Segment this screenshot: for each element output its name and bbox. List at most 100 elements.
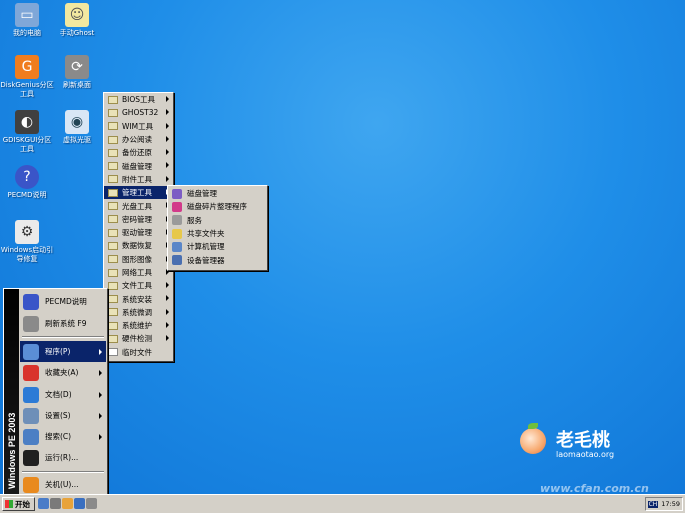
- programs-menu-item-label: 数据恢复: [122, 241, 152, 251]
- admin-tools-menu-item[interactable]: 设备管理器: [168, 253, 267, 266]
- folder-icon: [108, 215, 118, 224]
- start-menu-sidebar: Windows PE 2003: [4, 289, 19, 495]
- start-menu-item[interactable]: 刷新系统 F9: [20, 313, 106, 334]
- start-menu-item[interactable]: 收藏夹(A): [20, 362, 106, 383]
- start-menu-item-label: 搜索(C): [45, 432, 72, 441]
- desktop-icon-label: 我的电脑: [13, 29, 41, 37]
- start-menu-item[interactable]: 关机(U)...: [20, 474, 106, 495]
- start-menu-item[interactable]: 设置(S): [20, 405, 106, 426]
- programs-menu-item[interactable]: 系统微调: [104, 306, 173, 319]
- admin-tools-menu-item-label: 磁盘碎片整理程序: [187, 202, 247, 212]
- submenu-arrow-icon: [99, 392, 102, 398]
- start-menu-item[interactable]: 程序(P): [20, 341, 106, 362]
- programs-menu-item[interactable]: GHOST32: [104, 106, 173, 119]
- start-menu-item-label: 文档(D): [45, 390, 72, 399]
- programs-menu-item[interactable]: 附件工具: [104, 173, 173, 186]
- refresh-system-icon: [23, 315, 39, 332]
- run-icon: [23, 449, 39, 466]
- programs-menu-item[interactable]: 硬件检测: [104, 332, 173, 345]
- quicklaunch-2-icon[interactable]: [50, 498, 61, 509]
- programs-menu-item-label: GHOST32: [122, 108, 159, 118]
- programs-menu-item[interactable]: 备份还原: [104, 146, 173, 159]
- folder-icon: [108, 202, 118, 211]
- submenu-arrow-icon: [99, 413, 102, 419]
- programs-menu-item[interactable]: 文件工具: [104, 279, 173, 292]
- admin-tools-menu-item-label: 设备管理器: [187, 255, 225, 265]
- programs-menu-item[interactable]: BIOS工具: [104, 93, 173, 106]
- submenu-arrow-icon: [166, 109, 169, 116]
- desktop-icon-pecmd-help[interactable]: ? PECMD说明: [0, 165, 54, 200]
- programs-menu-item[interactable]: 网络工具: [104, 266, 173, 279]
- disk-management-icon: [172, 188, 182, 199]
- programs-menu-item[interactable]: 管理工具: [104, 186, 173, 200]
- programs-menu-item[interactable]: 光盘工具: [104, 199, 173, 212]
- programs-menu-item[interactable]: 磁盘管理: [104, 159, 173, 172]
- start-menu-item[interactable]: 搜索(C): [20, 426, 106, 447]
- services-icon: [172, 215, 182, 226]
- admin-tools-menu-item[interactable]: 计算机管理: [168, 240, 267, 253]
- folder-icon: [108, 188, 118, 197]
- programs-menu-item[interactable]: 图形图像: [104, 253, 173, 266]
- desktop-icon-label: 手动Ghost: [59, 29, 95, 37]
- start-menu: Windows PE 2003 PECMD说明刷新系统 F9 程序(P) 收藏夹(A…: [3, 288, 108, 496]
- programs-icon: [23, 343, 39, 360]
- programs-menu-item[interactable]: 系统安装: [104, 292, 173, 305]
- programs-menu-item[interactable]: 系统维护: [104, 319, 173, 332]
- submenu-arrow-icon: [166, 96, 169, 102]
- diskgenius-icon: G: [15, 55, 39, 79]
- peach-logo-icon: [520, 428, 546, 454]
- admin-tools-menu-item[interactable]: 共享文件夹: [168, 227, 267, 240]
- desktop-icon-diskgenius[interactable]: G DiskGenius分区工具: [0, 55, 54, 99]
- folder-icon: [108, 255, 118, 264]
- start-menu-separator: [22, 336, 104, 338]
- quicklaunch-4-icon[interactable]: [74, 498, 85, 509]
- leaf-icon: [528, 423, 538, 429]
- programs-menu-item[interactable]: WIM工具: [104, 120, 173, 133]
- programs-menu-item-label: WIM工具: [122, 121, 154, 131]
- programs-menu-item-label: 网络工具: [122, 268, 152, 277]
- start-menu-item[interactable]: 运行(R)...: [20, 447, 106, 468]
- folder-icon: [108, 321, 118, 330]
- quicklaunch-3-icon[interactable]: [62, 498, 73, 509]
- admin-tools-menu-item[interactable]: 服务: [168, 214, 267, 227]
- brand-url: laomaotao.org: [556, 450, 615, 459]
- start-menu-item[interactable]: 文档(D): [20, 384, 106, 405]
- desktop-icon-refresh-desktop[interactable]: ⟳ 刷新桌面: [50, 55, 104, 90]
- ime-indicator[interactable]: CH: [647, 500, 659, 508]
- desktop-icon-virtual-drive[interactable]: ◉ 虚拟光驱: [50, 110, 104, 145]
- desktop-icon-gdisk[interactable]: ◐ GDISKGUI分区工具: [0, 110, 54, 154]
- desktop-icon-label: Windows启动引导修复: [0, 246, 54, 263]
- start-button[interactable]: 开始: [2, 497, 35, 511]
- ghost-icon: ☺: [65, 3, 89, 27]
- start-menu-item-label: 程序(P): [45, 347, 71, 356]
- programs-menu-item-label: 驱动管理: [122, 228, 152, 238]
- programs-menu-item[interactable]: 密码管理: [104, 213, 173, 226]
- folder-icon: [108, 268, 118, 277]
- submenu-arrow-icon: [166, 335, 169, 342]
- help-icon: ?: [15, 165, 39, 189]
- desktop-icon-label: GDISKGUI分区工具: [2, 136, 52, 153]
- start-menu-item-label: 设置(S): [45, 411, 71, 420]
- quicklaunch-5-icon[interactable]: [86, 498, 97, 509]
- desktop-icon-my-computer[interactable]: ▭ 我的电脑: [0, 3, 54, 38]
- help-icon: [23, 293, 39, 310]
- programs-menu-item[interactable]: 数据恢复: [104, 239, 173, 252]
- start-menu-item-label: PECMD说明: [45, 297, 87, 306]
- desktop-icon-boot-repair[interactable]: ⚙ Windows启动引导修复: [0, 220, 54, 264]
- programs-menu-item[interactable]: 临时文件: [104, 346, 173, 359]
- submenu-arrow-icon: [166, 175, 169, 182]
- folder-icon: [108, 228, 118, 237]
- programs-menu-item[interactable]: 办公阅读: [104, 133, 173, 146]
- folder-icon: [108, 148, 118, 157]
- desktop-icon-manual-ghost[interactable]: ☺ 手动Ghost: [50, 3, 104, 38]
- folder-icon: [108, 122, 118, 131]
- programs-menu-item-label: 系统微调: [122, 307, 152, 317]
- admin-tools-menu-item[interactable]: 磁盘碎片整理程序: [168, 200, 267, 213]
- start-menu-item[interactable]: PECMD说明: [20, 291, 106, 312]
- admin-tools-menu-item-label: 磁盘管理: [187, 189, 217, 199]
- admin-tools-menu-item[interactable]: 磁盘管理: [168, 187, 267, 200]
- desktop-icon-label: PECMD说明: [7, 191, 47, 199]
- programs-menu-item-label: 系统安装: [122, 294, 152, 304]
- programs-menu-item[interactable]: 驱动管理: [104, 226, 173, 239]
- quicklaunch-1-icon[interactable]: [38, 498, 49, 509]
